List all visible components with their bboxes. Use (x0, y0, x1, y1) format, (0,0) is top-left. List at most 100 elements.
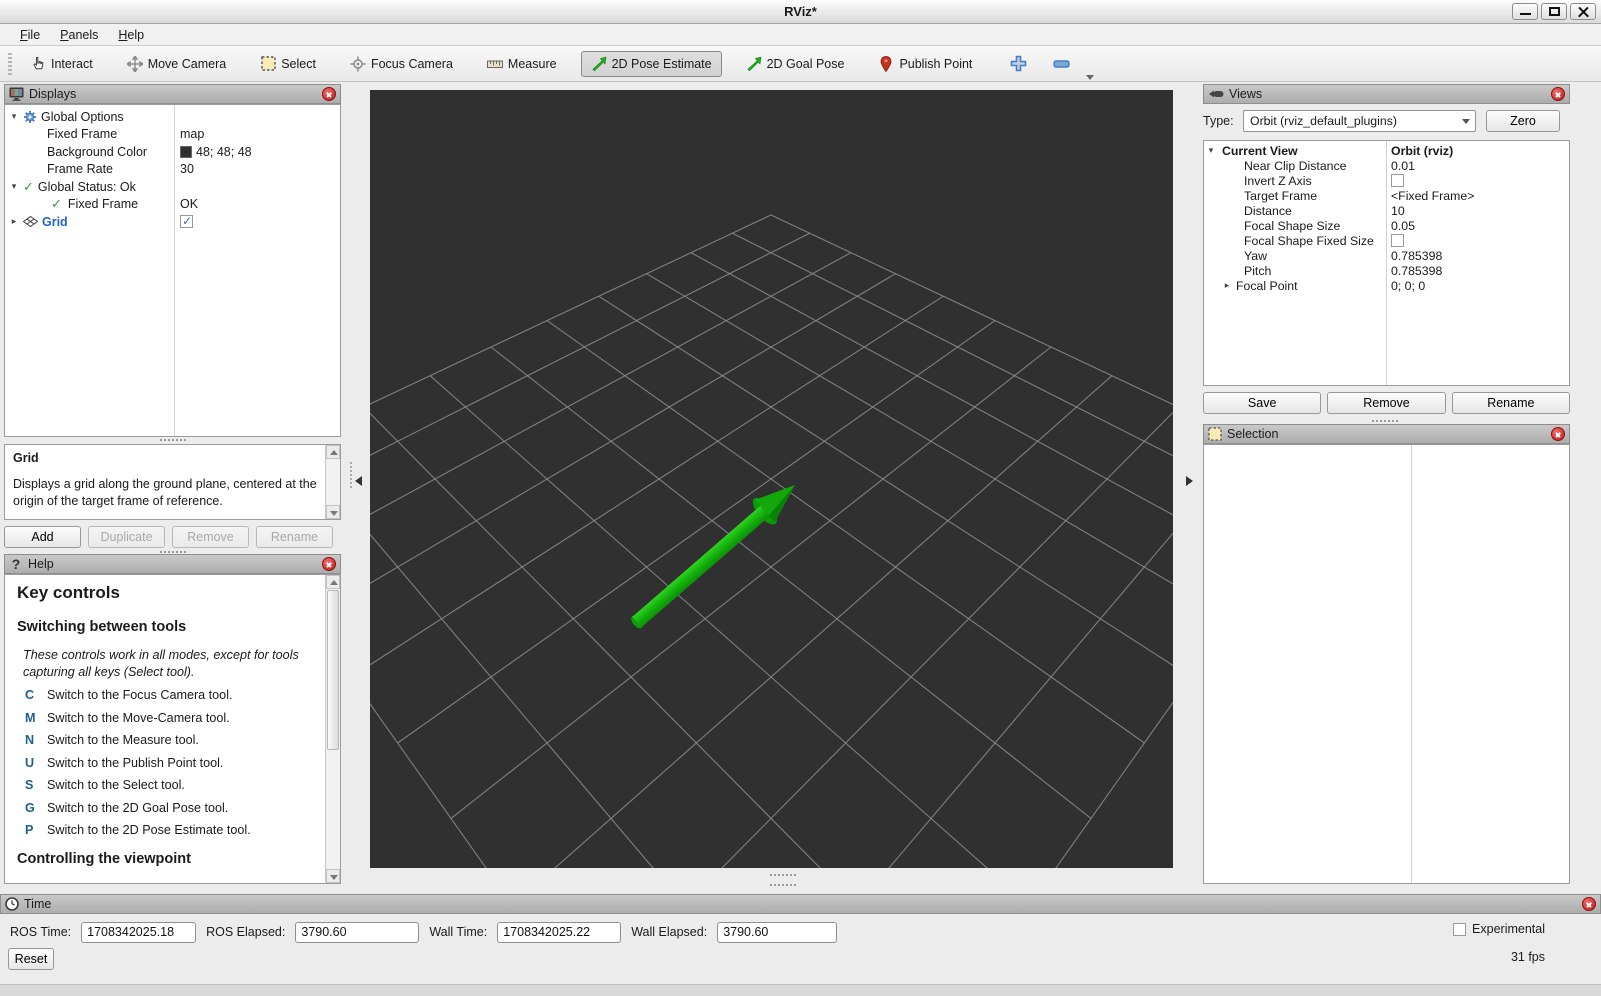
scroll-up-icon[interactable] (326, 445, 340, 459)
tree-row-fixed-frame-status[interactable]: ✓ Fixed Frame OK (5, 196, 340, 214)
row-value[interactable]: 0.01 (1391, 159, 1415, 173)
menu-help[interactable]: Help (110, 26, 152, 44)
tree-row-near-clip[interactable]: Near Clip Distance 0.01 (1204, 158, 1569, 173)
viewport-3d[interactable] (370, 90, 1173, 868)
row-value[interactable]: 0; 0; 0 (1391, 279, 1425, 293)
scroll-up-icon[interactable] (326, 575, 340, 589)
description-scrollbar[interactable] (325, 445, 340, 519)
selection-content[interactable] (1203, 444, 1570, 884)
time-panel-header[interactable]: Time (0, 894, 1601, 914)
splitter-handle[interactable] (160, 439, 186, 441)
shortcut-item: GSwitch to the 2D Goal Pose tool. (25, 801, 321, 815)
expander-icon[interactable]: ▸ (1222, 280, 1232, 291)
scroll-down-icon[interactable] (326, 505, 340, 519)
close-button[interactable] (1570, 3, 1596, 20)
wall-elapsed-field[interactable] (717, 922, 837, 943)
shortcut-text: Switch to the 2D Pose Estimate tool. (47, 823, 251, 837)
expander-icon[interactable]: ▾ (9, 111, 19, 122)
remove-tool-minus-icon[interactable] (1053, 60, 1070, 68)
tool-publish-point[interactable]: Publish Point (868, 51, 982, 77)
splitter-handle[interactable] (1372, 420, 1398, 422)
zero-button[interactable]: Zero (1486, 110, 1560, 132)
remove-button[interactable]: Remove (1327, 392, 1445, 414)
focal-shape-fixed-checkbox[interactable] (1391, 234, 1404, 247)
view-type-dropdown[interactable]: Orbit (rviz_default_plugins) (1243, 110, 1476, 132)
dropdown-value: Orbit (rviz_default_plugins) (1250, 114, 1397, 128)
splitter-handle[interactable] (160, 551, 186, 553)
row-value[interactable]: map (180, 127, 204, 141)
tree-row-pitch[interactable]: Pitch 0.785398 (1204, 263, 1569, 278)
save-button[interactable]: Save (1203, 392, 1321, 414)
row-value[interactable]: 30 (180, 162, 194, 176)
experimental-checkbox[interactable] (1453, 923, 1466, 936)
menu-panels[interactable]: Panels (52, 26, 106, 44)
collapse-right-panel-icon[interactable] (1186, 470, 1195, 492)
help-footer-heading: Controlling the viewpoint (17, 851, 321, 867)
splitter-handle[interactable] (770, 874, 796, 876)
row-value[interactable]: <Fixed Frame> (1391, 189, 1474, 203)
tool-select[interactable]: Select (250, 51, 326, 77)
tool-2d-pose-estimate[interactable]: 2D Pose Estimate (581, 51, 722, 77)
selection-close-icon[interactable] (1551, 427, 1565, 441)
menu-file[interactable]: File (12, 26, 48, 44)
row-value[interactable]: 0.785398 (1391, 264, 1442, 278)
splitter-handle[interactable] (770, 884, 796, 886)
displays-tree[interactable]: ▾ Global Options Fixed Frame map Backgro… (4, 104, 341, 437)
tree-row-global-options[interactable]: ▾ Global Options (5, 108, 340, 126)
tool-focus-camera[interactable]: Focus Camera (340, 51, 463, 77)
time-close-icon[interactable] (1582, 897, 1596, 911)
tree-row-invert-z[interactable]: Invert Z Axis (1204, 173, 1569, 188)
rename-button[interactable]: Rename (256, 526, 333, 548)
grid-enabled-checkbox[interactable] (180, 215, 193, 228)
expander-icon[interactable]: ▸ (9, 216, 19, 227)
tree-row-current-view[interactable]: ▾ Current View Orbit (rviz) (1204, 143, 1569, 158)
tree-row-frame-rate[interactable]: Frame Rate 30 (5, 161, 340, 179)
tool-2d-goal-pose[interactable]: 2D Goal Pose (736, 51, 855, 77)
help-panel-header[interactable]: ? Help (4, 554, 341, 574)
toolbar-grip[interactable] (8, 53, 12, 75)
duplicate-button[interactable]: Duplicate (88, 526, 165, 548)
displays-panel-header[interactable]: Displays (4, 84, 341, 104)
main-area: Displays ▾ Global Options Fixed Frame ma… (0, 84, 1601, 884)
displays-close-icon[interactable] (322, 87, 336, 101)
ros-elapsed-field[interactable] (295, 922, 419, 943)
maximize-button[interactable] (1541, 3, 1567, 20)
add-button[interactable]: Add (4, 526, 81, 548)
tree-row-focal-shape-fixed[interactable]: Focal Shape Fixed Size (1204, 233, 1569, 248)
tree-row-background-color[interactable]: Background Color 48; 48; 48 (5, 143, 340, 161)
selection-panel-header[interactable]: Selection (1203, 424, 1570, 444)
expander-icon[interactable]: ▾ (9, 181, 19, 192)
ros-time-field[interactable] (81, 922, 196, 943)
wall-time-field[interactable] (497, 922, 621, 943)
row-value[interactable]: 10 (1391, 204, 1405, 218)
tool-interact[interactable]: Interact (20, 51, 103, 77)
tree-row-target-frame[interactable]: Target Frame <Fixed Frame> (1204, 188, 1569, 203)
tree-row-distance[interactable]: Distance 10 (1204, 203, 1569, 218)
add-tool-plus-icon[interactable] (1010, 55, 1027, 72)
invert-z-checkbox[interactable] (1391, 174, 1404, 187)
tool-measure[interactable]: Measure (477, 51, 567, 77)
views-tree[interactable]: ▾ Current View Orbit (rviz) Near Clip Di… (1203, 140, 1570, 386)
collapse-left-panel-icon[interactable] (355, 470, 364, 492)
views-close-icon[interactable] (1551, 87, 1565, 101)
minimize-button[interactable] (1512, 3, 1538, 20)
tree-row-fixed-frame[interactable]: Fixed Frame map (5, 126, 340, 144)
tree-row-focal-point[interactable]: ▸ Focal Point 0; 0; 0 (1204, 278, 1569, 293)
tree-row-global-status[interactable]: ▾ ✓ Global Status: Ok (5, 178, 340, 196)
tree-row-focal-shape-size[interactable]: Focal Shape Size 0.05 (1204, 218, 1569, 233)
help-scrollbar[interactable] (325, 575, 340, 883)
scroll-thumb[interactable] (327, 590, 339, 750)
reset-button[interactable]: Reset (8, 948, 54, 970)
tool-options-dropdown-icon[interactable] (1086, 75, 1094, 80)
tree-row-yaw[interactable]: Yaw 0.785398 (1204, 248, 1569, 263)
views-panel-header[interactable]: Views (1203, 84, 1570, 104)
tool-move-camera[interactable]: Move Camera (117, 51, 237, 77)
help-close-icon[interactable] (322, 557, 336, 571)
row-value[interactable]: 0.785398 (1391, 249, 1442, 263)
tree-row-grid[interactable]: ▸ Grid (5, 213, 340, 231)
scroll-down-icon[interactable] (326, 869, 340, 883)
row-value[interactable]: 0.05 (1391, 219, 1415, 233)
expander-icon[interactable]: ▾ (1206, 145, 1216, 156)
remove-button[interactable]: Remove (172, 526, 249, 548)
rename-button[interactable]: Rename (1452, 392, 1570, 414)
